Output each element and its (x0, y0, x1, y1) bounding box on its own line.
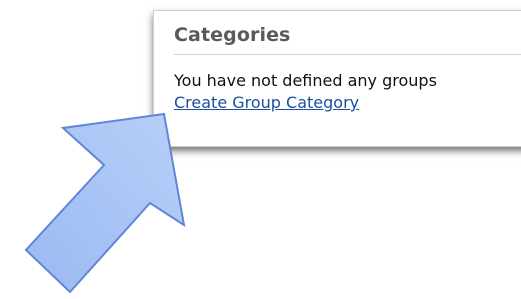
empty-groups-message: You have not defined any groups (174, 71, 437, 90)
categories-panel: Categories You have not defined any grou… (153, 10, 521, 147)
panel-title: Categories (174, 24, 291, 46)
screenshot-stage: Categories You have not defined any grou… (0, 0, 521, 299)
create-group-category-link[interactable]: Create Group Category (174, 93, 359, 112)
title-divider (174, 54, 521, 55)
